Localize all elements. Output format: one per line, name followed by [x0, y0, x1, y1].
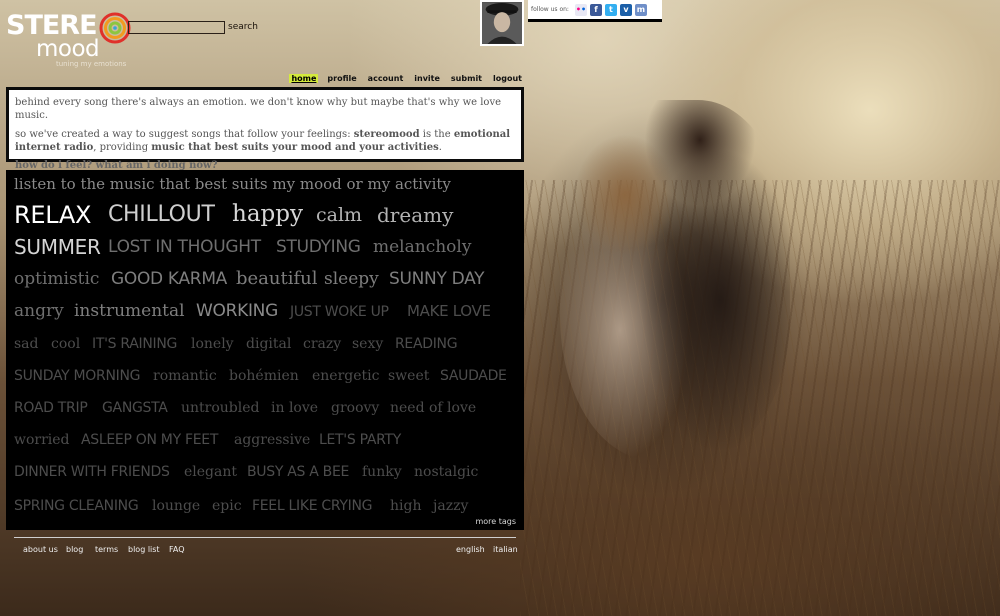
logo-tagline: tuning my emotions	[56, 60, 127, 68]
follow-us-bar: follow us on: • • f t v m	[528, 0, 662, 22]
mood-tag-asleep-on-my-feet[interactable]: ASLEEP ON MY FEET	[81, 433, 218, 447]
nav-submit[interactable]: submit	[449, 74, 484, 83]
mood-tag-sexy[interactable]: sexy	[352, 337, 383, 351]
more-tags-link[interactable]: more tags	[475, 517, 516, 526]
twitter-icon[interactable]: t	[604, 3, 617, 16]
nav-logout[interactable]: logout	[491, 74, 524, 83]
footer-lang-english[interactable]: english	[456, 545, 485, 554]
facebook-icon[interactable]: f	[589, 3, 602, 16]
mood-tag-it-s-raining[interactable]: IT'S RAINING	[92, 337, 177, 351]
mood-tag-saudade[interactable]: SAUDADE	[440, 369, 507, 383]
mood-tag-in-love[interactable]: in love	[271, 401, 318, 415]
logo[interactable]: STERE mood tuning my emotions	[6, 8, 131, 70]
mood-tag-road-trip[interactable]: ROAD TRIP	[14, 401, 88, 415]
intro-line-1: behind every song there's always an emot…	[15, 97, 502, 121]
mood-tag-summer[interactable]: SUMMER	[14, 237, 101, 257]
mood-tag-good-karma[interactable]: GOOD KARMA	[111, 270, 227, 288]
search-input[interactable]	[128, 21, 225, 34]
mood-tag-elegant[interactable]: elegant	[184, 465, 237, 479]
vimeo-icon[interactable]: v	[619, 3, 632, 16]
mood-tag-sweet[interactable]: sweet	[388, 369, 429, 383]
mood-tag-funky[interactable]: funky	[362, 465, 402, 479]
mood-tag-boh-mien[interactable]: bohémien	[229, 369, 299, 383]
tag-cloud-panel: listen to the music that best suits my m…	[6, 170, 524, 530]
footer-terms[interactable]: terms	[95, 545, 118, 554]
mood-tag-studying[interactable]: STUDYING	[276, 238, 361, 256]
footer-lang-italian[interactable]: italian	[493, 545, 518, 554]
mood-tag-groovy[interactable]: groovy	[331, 401, 379, 415]
mood-tag-optimistic[interactable]: optimistic	[14, 270, 99, 288]
mood-tag-sunday-morning[interactable]: SUNDAY MORNING	[14, 369, 140, 383]
user-avatar[interactable]	[480, 0, 524, 46]
footer-divider	[14, 537, 516, 538]
mood-tag-gangsta[interactable]: GANGSTA	[102, 401, 168, 415]
tag-cloud-heading: listen to the music that best suits my m…	[14, 175, 451, 193]
mood-tag-nostalgic[interactable]: nostalgic	[414, 465, 478, 479]
mood-tag-romantic[interactable]: romantic	[153, 369, 217, 383]
top-nav: home profile account invite submit logou…	[289, 72, 525, 85]
mood-tag-just-woke-up[interactable]: JUST WOKE UP	[290, 305, 389, 319]
mood-tag-sad[interactable]: sad	[14, 337, 39, 351]
mood-tag-epic[interactable]: epic	[212, 499, 242, 513]
mood-tag-jazzy[interactable]: jazzy	[433, 499, 468, 513]
footer-about-us[interactable]: about us	[23, 545, 58, 554]
mood-tag-need-of-love[interactable]: need of love	[390, 401, 476, 415]
footer-faq[interactable]: FAQ	[169, 545, 185, 554]
mood-tag-happy[interactable]: happy	[232, 203, 303, 226]
footer-blog-list[interactable]: blog list	[128, 545, 160, 554]
mood-tag-beautiful[interactable]: beautiful	[236, 270, 318, 288]
mood-tag-worried[interactable]: worried	[14, 433, 70, 447]
mood-tag-dinner-with-friends[interactable]: DINNER WITH FRIENDS	[14, 465, 170, 479]
mood-tag-busy-as-a-bee[interactable]: BUSY AS A BEE	[247, 465, 349, 479]
myspace-icon[interactable]: m	[634, 3, 647, 16]
mood-tag-make-love[interactable]: MAKE LOVE	[407, 304, 491, 319]
mood-tag-energetic[interactable]: energetic	[312, 369, 379, 383]
nav-account[interactable]: account	[366, 74, 406, 83]
logo-word-mood: mood	[36, 36, 100, 62]
target-icon	[99, 12, 131, 44]
mood-tag-working[interactable]: WORKING	[196, 302, 278, 320]
mood-tag-crazy[interactable]: crazy	[303, 337, 341, 351]
nav-home[interactable]: home	[289, 74, 319, 83]
mood-tag-sunny-day[interactable]: SUNNY DAY	[389, 270, 485, 288]
mood-tag-cool[interactable]: cool	[51, 337, 80, 351]
mood-tag-aggressive[interactable]: aggressive	[234, 433, 310, 447]
mood-tag-digital[interactable]: digital	[246, 337, 291, 351]
mood-tag-chillout[interactable]: CHILLOUT	[108, 203, 215, 226]
intro-line-2: so we've created a way to suggest songs …	[15, 129, 511, 153]
search-button[interactable]: search	[228, 22, 258, 32]
mood-tag-relax[interactable]: RELAX	[14, 203, 91, 227]
mood-tag-calm[interactable]: calm	[316, 205, 362, 225]
mood-tag-sleepy[interactable]: sleepy	[324, 270, 379, 288]
mood-tag-dreamy[interactable]: dreamy	[377, 205, 453, 225]
avatar-portrait-icon	[482, 2, 522, 44]
mood-tag-reading[interactable]: READING	[395, 337, 458, 351]
mood-tag-untroubled[interactable]: untroubled	[181, 401, 259, 415]
mood-tag-lonely[interactable]: lonely	[191, 337, 234, 351]
follow-us-label: follow us on:	[531, 6, 569, 13]
nav-invite[interactable]: invite	[412, 74, 442, 83]
flickr-icon[interactable]: • •	[574, 3, 587, 16]
mood-tag-lost-in-thought[interactable]: LOST IN THOUGHT	[108, 238, 261, 256]
mood-tag-melancholy[interactable]: melancholy	[373, 238, 471, 256]
mood-tag-let-s-party[interactable]: LET'S PARTY	[319, 433, 401, 447]
intro-panel: behind every song there's always an emot…	[6, 87, 524, 171]
mood-tag-instrumental[interactable]: instrumental	[74, 302, 185, 320]
nav-profile[interactable]: profile	[325, 74, 358, 83]
mood-tag-high[interactable]: high	[390, 499, 421, 513]
background-couple	[560, 100, 790, 460]
mood-tag-lounge[interactable]: lounge	[152, 499, 200, 513]
mood-tag-feel-like-crying[interactable]: FEEL LIKE CRYING	[252, 499, 373, 513]
footer-blog[interactable]: blog	[66, 545, 83, 554]
mood-tag-angry[interactable]: angry	[14, 302, 64, 320]
mood-tag-spring-cleaning[interactable]: SPRING CLEANING	[14, 499, 139, 513]
